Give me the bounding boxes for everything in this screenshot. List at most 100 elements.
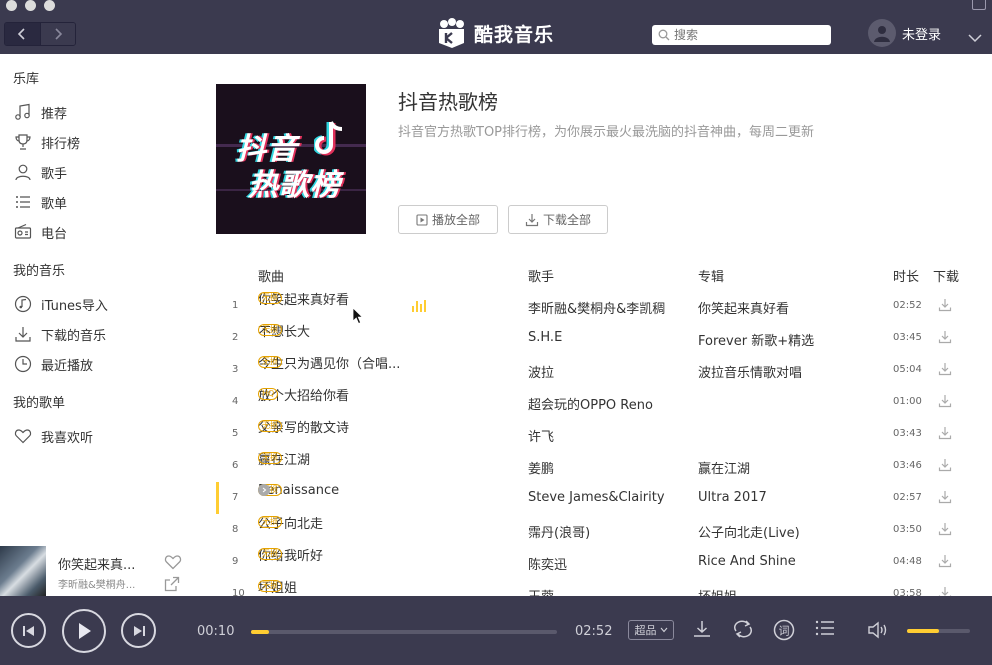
table-row[interactable]: 9 你给我听好 无损 陈奕迅 Rice And Shine 04:48 [186, 546, 992, 578]
download-song-icon[interactable] [938, 329, 952, 348]
track-number: 9 [232, 556, 239, 567]
now-playing-title[interactable]: 你笑起来真... [58, 554, 154, 573]
volume-slider[interactable] [907, 629, 970, 633]
player-bar: 00:10 02:52 超品 词 [0, 596, 992, 665]
track-number: 10 [232, 588, 245, 596]
table-row[interactable]: 10坏姐姐无损王蓉坏姐姐03:58 [186, 578, 992, 596]
list-icon [13, 192, 33, 212]
song-album[interactable]: Rice And Shine [698, 554, 796, 569]
minimize-window-button[interactable] [25, 0, 36, 11]
sidebar-item-label: 下载的音乐 [41, 328, 107, 344]
table-row[interactable]: 8 公子向北走 无损 霈丹(浪哥) 公子向北走(Live) 03:50 [186, 514, 992, 546]
song-artist[interactable]: 姜鹏 [528, 458, 554, 477]
sidebar-item-recommend[interactable]: 推荐 [13, 102, 67, 122]
zoom-window-button[interactable] [44, 0, 55, 11]
table-row[interactable]: 3 今生只为遇见你（合唱... 无损 波拉 波拉音乐情歌对唱 05:04 [186, 354, 992, 386]
sidebar-item-recent[interactable]: 最近播放 [13, 354, 93, 374]
user-menu[interactable]: 未登录 [868, 19, 941, 47]
next-button[interactable] [121, 613, 156, 648]
song-album[interactable]: 你笑起来真好看 [698, 298, 789, 317]
quality-tag-badge: 无损 [258, 356, 282, 368]
quality-tag-badge: 无损 [258, 420, 282, 432]
play-all-button[interactable]: 播放全部 [398, 205, 498, 234]
share-button[interactable] [164, 576, 180, 596]
song-duration: 03:46 [893, 460, 922, 471]
person-icon [13, 162, 33, 182]
download-song-icon[interactable] [938, 489, 952, 508]
table-row[interactable]: 7 Renaissance 无损 Steve James&Clairity Ultra … [186, 482, 992, 514]
song-artist[interactable]: 陈奕迅 [528, 554, 567, 573]
music-note-icon [13, 102, 33, 122]
progress-slider[interactable] [251, 630, 557, 634]
mute-button[interactable] [867, 621, 889, 643]
lyrics-button[interactable]: 词 [773, 619, 795, 645]
quality-select[interactable]: 超品 [628, 620, 674, 640]
download-song-icon[interactable] [938, 425, 952, 444]
table-row[interactable]: 2 不想长大 无损 S.H.E Forever 新歌+精选 03:45 [186, 322, 992, 354]
search-box[interactable] [652, 25, 831, 45]
table-row[interactable]: 5 父亲写的散文诗 无损 许飞 03:43 [186, 418, 992, 450]
like-button[interactable] [164, 554, 182, 574]
play-pause-button[interactable] [62, 609, 106, 653]
song-album[interactable]: 波拉音乐情歌对唱 [698, 362, 802, 381]
sidebar-item-itunes-import[interactable]: iTunes导入 [13, 294, 108, 314]
user-dropdown-button[interactable] [968, 28, 982, 47]
sidebar-item-charts[interactable]: 排行榜 [13, 132, 80, 152]
table-row[interactable]: 1 你笑起来真好看 无损 李昕融&樊桐舟&李凯稠 你笑起来真好看 02:52 [186, 290, 992, 322]
download-song-icon[interactable] [938, 553, 952, 572]
song-artist[interactable]: 王蓉 [528, 586, 554, 596]
sidebar-item-label: iTunes导入 [41, 298, 108, 314]
table-row[interactable]: 4 放个大招给你看 HQ 超会玩的OPPO Reno 01:00 [186, 386, 992, 418]
quality-tag-badge: 无损 [258, 580, 282, 592]
login-status[interactable]: 未登录 [902, 24, 941, 43]
song-album[interactable]: Forever 新歌+精选 [698, 330, 814, 349]
quality-tag-badge: 无损 [258, 292, 282, 304]
download-song-icon[interactable] [938, 297, 952, 316]
song-artist[interactable]: 波拉 [528, 362, 554, 381]
forward-button[interactable] [40, 23, 75, 45]
song-album[interactable]: 公子向北走(Live) [698, 522, 800, 541]
now-playing-artist[interactable]: 李昕融&樊桐舟... [58, 576, 154, 591]
search-input[interactable] [674, 28, 814, 42]
download-all-button[interactable]: 下载全部 [508, 205, 608, 234]
song-artist[interactable]: 霈丹(浪哥) [528, 522, 590, 541]
download-song-icon[interactable] [938, 457, 952, 476]
window-menu-icon[interactable] [972, 0, 986, 10]
default-avatar-icon [874, 26, 890, 42]
sidebar-item-favorites[interactable]: 我喜欢听 [13, 426, 93, 446]
download-song-icon[interactable] [938, 361, 952, 380]
song-album[interactable]: 坏姐姐 [698, 586, 737, 596]
sidebar: 乐库 推荐 排行榜 歌手 歌单 电台 我的音乐 iTunes导入 下载的音乐 最… [0, 54, 186, 596]
sidebar-item-radio[interactable]: 电台 [13, 222, 67, 242]
playlist-queue-button[interactable] [815, 619, 835, 641]
sidebar-item-playlists[interactable]: 歌单 [13, 192, 67, 212]
song-artist[interactable]: S.H.E [528, 330, 562, 345]
table-row[interactable]: 6 赢在江湖 无损 姜鹏 赢在江湖 03:46 [186, 450, 992, 482]
heart-icon [164, 555, 182, 570]
now-playing-card[interactable]: 你笑起来真... 李昕融&樊桐舟... [0, 546, 186, 596]
header-artist: 歌手 [528, 270, 555, 285]
song-artist[interactable]: 超会玩的OPPO Reno [528, 394, 653, 413]
download-all-label: 下载全部 [542, 213, 591, 227]
download-song-icon[interactable] [938, 521, 952, 540]
sidebar-item-artists[interactable]: 歌手 [13, 162, 67, 182]
song-album[interactable]: Ultra 2017 [698, 490, 767, 505]
previous-button[interactable] [11, 613, 46, 648]
song-artist[interactable]: 李昕融&樊桐舟&李凯稠 [528, 298, 665, 317]
download-song-icon[interactable] [938, 585, 952, 596]
download-button[interactable] [692, 619, 712, 643]
song-artist[interactable]: 许飞 [528, 426, 554, 445]
close-window-button[interactable] [6, 0, 17, 11]
now-playing-cover[interactable] [0, 546, 46, 596]
back-button[interactable] [5, 23, 41, 45]
volume-fill [907, 629, 939, 633]
song-album[interactable]: 赢在江湖 [698, 458, 750, 477]
play-icon [416, 213, 428, 226]
download-song-icon[interactable] [938, 393, 952, 412]
app-brand[interactable]: 酷我音乐 [436, 17, 554, 49]
song-artist[interactable]: Steve James&Clairity [528, 490, 665, 505]
sidebar-item-downloads[interactable]: 下载的音乐 [13, 324, 106, 344]
repeat-button[interactable] [732, 619, 754, 643]
avatar[interactable] [868, 19, 896, 47]
more-options-icon[interactable] [258, 484, 270, 496]
